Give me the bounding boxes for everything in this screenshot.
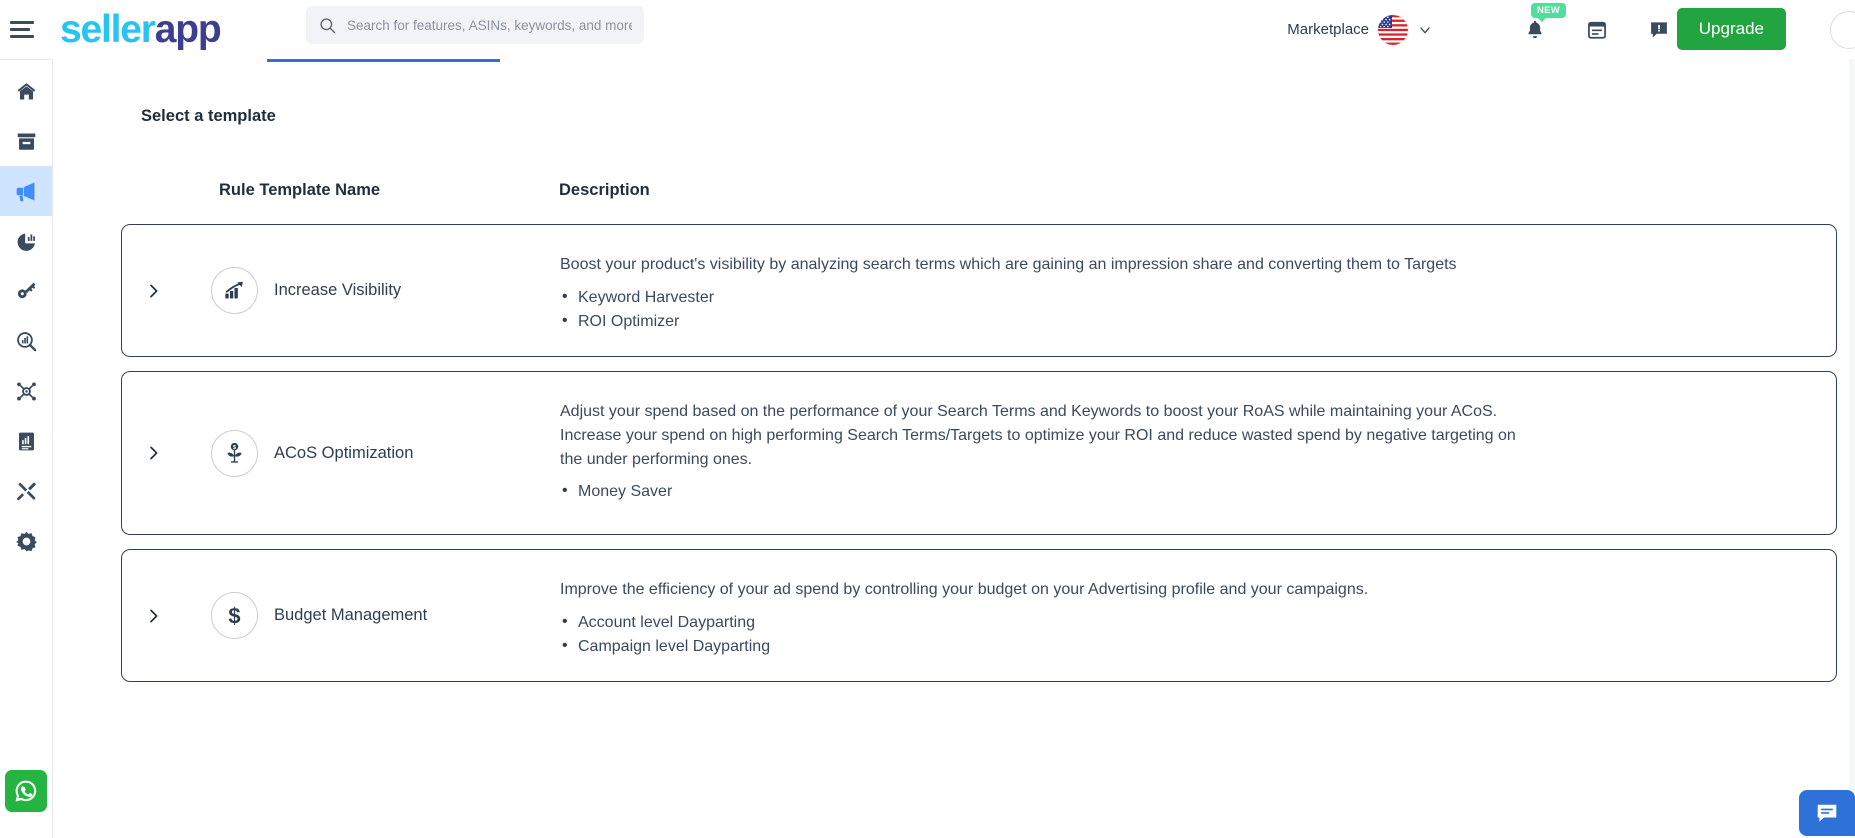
template-rule-list: Account level Dayparting Campaign level … <box>560 610 1810 660</box>
app-header: sellerapp Marketplace <box>0 0 1855 59</box>
pie-chart-icon <box>17 232 35 251</box>
template-description: Improve the efficiency of your ad spend … <box>560 581 1369 598</box>
template-name: Increase Visibility <box>274 281 402 299</box>
feedback-button[interactable] <box>1647 17 1671 43</box>
list-item: Money Saver <box>560 479 1810 504</box>
document-chart-icon <box>18 432 34 450</box>
active-tab-indicator <box>267 59 500 62</box>
calendar-icon <box>1588 21 1606 39</box>
list-item: Campaign level Dayparting <box>560 634 1810 659</box>
search-input[interactable] <box>347 17 632 33</box>
main-content: Select a template Rule Template Name Des… <box>52 59 1855 838</box>
logo-text-app: app <box>154 8 222 51</box>
expand-chevron-right-icon[interactable] <box>142 606 164 626</box>
svg-text:$: $ <box>228 603 240 628</box>
svg-text:$: $ <box>233 444 236 450</box>
global-search[interactable] <box>306 6 644 44</box>
page-title: Select a template <box>141 107 276 125</box>
template-description: Adjust your spend based on the performan… <box>560 403 1516 468</box>
app-logo[interactable]: sellerapp <box>60 8 222 51</box>
chat-support-widget[interactable] <box>1799 790 1855 836</box>
chat-icon <box>1817 804 1837 822</box>
header-action-icons: NEW <box>1523 0 1671 59</box>
sidebar-item-tools[interactable] <box>0 466 52 516</box>
template-card-left: $ ACoS Optimization <box>122 372 560 534</box>
template-card-right: Boost your product's visibility by analy… <box>560 225 1836 356</box>
whatsapp-support-button[interactable] <box>5 770 47 812</box>
sidebar-item-home[interactable] <box>0 66 52 116</box>
template-card-acos-optimization[interactable]: $ ACoS Optimization Adjust your spend ba… <box>121 371 1837 535</box>
hamburger-menu-icon[interactable] <box>10 18 40 42</box>
us-flag-icon <box>1378 14 1408 45</box>
archive-box-icon <box>17 132 35 150</box>
template-name: Budget Management <box>274 606 428 624</box>
template-name: ACoS Optimization <box>274 443 414 462</box>
hamburger-bar <box>10 21 34 24</box>
atom-target-icon <box>16 381 36 401</box>
sidebar-item-keyword-research[interactable] <box>0 266 52 316</box>
hamburger-bar <box>10 35 34 38</box>
left-sidebar <box>0 59 52 838</box>
list-item: ROI Optimizer <box>560 309 1810 334</box>
avatar[interactable] <box>1830 11 1855 49</box>
sidebar-item-reports[interactable] <box>0 416 52 466</box>
notifications-button[interactable]: NEW <box>1523 2 1567 43</box>
marketplace-selector[interactable]: Marketplace <box>1287 0 1433 59</box>
marketplace-label: Marketplace <box>1287 21 1369 38</box>
tools-icon <box>16 481 36 500</box>
column-header-description: Description <box>559 181 650 199</box>
list-item: Keyword Harvester <box>560 285 1810 310</box>
table-column-headers: Rule Template Name Description <box>141 181 1781 205</box>
sidebar-item-product-research[interactable] <box>0 116 52 166</box>
vertical-scrollbar[interactable] <box>1849 59 1855 838</box>
template-card-budget-management[interactable]: $ Budget Management Improve the efficien… <box>121 549 1837 682</box>
template-card-increase-visibility[interactable]: Increase Visibility Boost your product's… <box>121 224 1837 357</box>
gear-icon <box>15 531 37 551</box>
sidebar-item-analytics[interactable] <box>0 216 52 266</box>
template-card-right: Adjust your spend based on the performan… <box>560 372 1836 534</box>
column-header-rule-template-name: Rule Template Name <box>219 181 381 199</box>
dollar-sign-icon: $ <box>211 592 258 639</box>
template-card-right: Improve the efficiency of your ad spend … <box>560 550 1836 681</box>
sidebar-item-product-tracking[interactable] <box>0 366 52 416</box>
megaphone-icon <box>16 182 34 201</box>
list-item: Account level Dayparting <box>560 610 1810 635</box>
growth-chart-arrow-icon <box>211 267 258 314</box>
template-description: Boost your product's visibility by analy… <box>560 256 1457 273</box>
hamburger-bar <box>10 28 30 31</box>
template-list: Increase Visibility Boost your product's… <box>121 224 1837 696</box>
sidebar-item-advertising[interactable] <box>0 166 52 216</box>
money-plant-icon: $ <box>211 429 258 477</box>
template-rule-list: Keyword Harvester ROI Optimizer <box>560 285 1810 335</box>
search-icon <box>320 17 336 33</box>
expand-chevron-right-icon[interactable] <box>142 443 164 463</box>
feedback-icon <box>1651 22 1667 38</box>
chevron-down-icon[interactable] <box>1417 22 1433 38</box>
new-badge: NEW <box>1531 2 1567 22</box>
home-icon <box>17 82 35 100</box>
magnifier-chart-icon <box>16 331 36 351</box>
calendar-button[interactable] <box>1585 17 1609 43</box>
sidebar-item-keyword-tracking[interactable] <box>0 316 52 366</box>
key-icon <box>17 282 36 298</box>
template-rule-list: Money Saver <box>560 479 1810 504</box>
upgrade-button[interactable]: Upgrade <box>1676 8 1786 50</box>
template-card-left: $ Budget Management <box>122 550 560 681</box>
logo-text-seller: seller <box>60 8 156 51</box>
expand-chevron-right-icon[interactable] <box>142 281 164 301</box>
sidebar-item-settings[interactable] <box>0 516 52 566</box>
whatsapp-icon <box>15 780 37 802</box>
template-card-left: Increase Visibility <box>122 225 560 356</box>
